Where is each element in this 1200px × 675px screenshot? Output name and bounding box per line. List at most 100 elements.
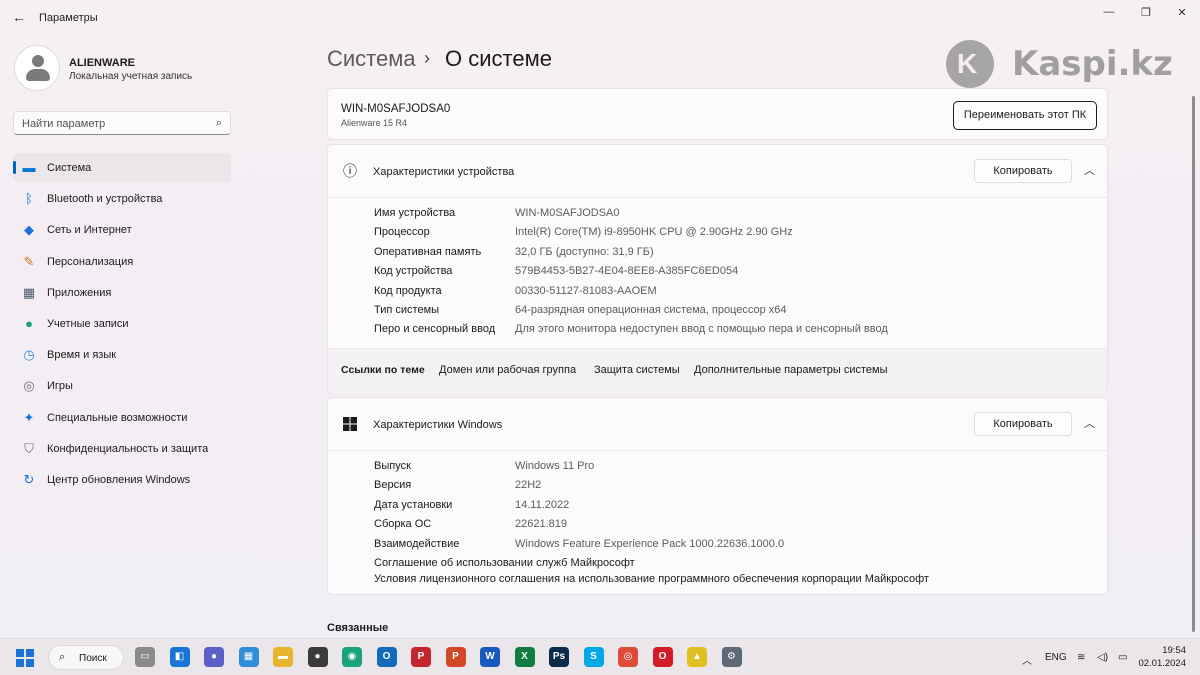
file-manager-icon[interactable]: ▭ xyxy=(135,647,155,667)
clock-date: 02.01.2024 xyxy=(1138,658,1186,669)
shield-icon: ⛉ xyxy=(24,440,34,456)
mouse-icon[interactable]: ● xyxy=(307,647,328,667)
spec-value[interactable]: 22621.819 xyxy=(515,518,567,530)
photoshop-icon[interactable]: Ps xyxy=(549,647,569,667)
update-icon: ↻ xyxy=(23,471,35,487)
chrome-icon[interactable]: ◎ xyxy=(618,647,638,667)
sidebar-item[interactable]: ✦ Специальные возможности xyxy=(13,403,231,432)
outlook-icon[interactable]: O xyxy=(376,647,397,667)
windows-specs-header[interactable]: Характеристики Windows Копировать ︿ xyxy=(328,398,1107,450)
rename-pc-button[interactable]: Переименовать этот ПК xyxy=(953,101,1097,130)
related-links-bar: Ссылки по теме Домен или рабочая группа … xyxy=(328,348,1107,393)
start-button[interactable] xyxy=(16,649,34,667)
store-icon[interactable]: ▦ xyxy=(238,647,259,667)
edge-icon[interactable]: ◉ xyxy=(342,647,362,667)
language-indicator[interactable]: ENG xyxy=(1045,652,1067,663)
pdf-icon[interactable]: P xyxy=(411,647,431,667)
related-section-title: Связанные xyxy=(327,622,389,634)
skype-icon[interactable]: S xyxy=(583,647,604,667)
display-icon: ▬ xyxy=(22,160,36,175)
sidebar-item[interactable]: ◎ Игры xyxy=(13,371,231,400)
taskbar-search[interactable]: ⌕ Поиск xyxy=(48,645,124,670)
sidebar-item-label: Bluetooth и устройства xyxy=(47,193,163,206)
spec-value[interactable]: 00330-51127-81083-AAOEM xyxy=(515,285,657,297)
archive-icon[interactable]: ▲ xyxy=(687,647,707,667)
spec-value[interactable]: Windows 11 Pro xyxy=(515,460,594,472)
wifi-icon[interactable]: ≋ xyxy=(1077,652,1085,663)
globe-clock-icon: ◷ xyxy=(23,347,35,363)
sidebar-item[interactable]: ▦ Приложения xyxy=(13,278,231,307)
copy-device-specs-button[interactable]: Копировать xyxy=(974,159,1072,183)
device-specs-title: Характеристики устройства xyxy=(373,166,515,178)
spec-key: Тип системы xyxy=(374,304,440,316)
sidebar-item-label: Время и язык xyxy=(47,349,117,362)
related-links-title: Ссылки по теме xyxy=(341,364,425,376)
spec-value[interactable]: Для этого монитора недоступен ввод с пом… xyxy=(515,323,888,335)
profile-name: ALIENWARE xyxy=(69,57,135,69)
powerpoint-icon[interactable]: P xyxy=(445,647,466,667)
chevron-up-icon[interactable]: ︿ xyxy=(1084,162,1095,178)
sidebar-item[interactable]: ◷ Время и язык xyxy=(13,340,231,369)
close-icon[interactable]: ✕ xyxy=(1172,6,1192,22)
maximize-icon[interactable]: ❐ xyxy=(1136,6,1156,22)
settings-icon[interactable]: ⚙ xyxy=(721,647,742,667)
sidebar-nav: ▬ Система ᛒ Bluetooth и устройства ◆ Сеть и И… xyxy=(13,153,231,496)
sidebar-item[interactable]: ⛉ Конфиденциальность и защита xyxy=(13,434,231,463)
user-profile[interactable]: ALIENWARE Локальная учетная запись xyxy=(14,45,234,93)
sidebar-item[interactable]: ▬ Система xyxy=(13,153,231,182)
volume-icon[interactable]: ◁) xyxy=(1097,652,1108,663)
spec-value[interactable]: Windows Feature Experience Pack 1000.226… xyxy=(515,538,784,550)
link-domain-workgroup[interactable]: Домен или рабочая группа xyxy=(439,364,576,376)
sidebar-item[interactable]: ✎ Персонализация xyxy=(13,247,231,276)
battery-icon[interactable]: ▭ xyxy=(1118,652,1127,663)
explorer-icon[interactable]: ▬ xyxy=(273,647,293,667)
chevron-up-icon[interactable]: ︿ xyxy=(1084,415,1095,431)
spec-value[interactable]: 14.11.2022 xyxy=(515,499,569,511)
spec-key: Версия xyxy=(374,479,412,492)
clock[interactable]: 19:54 02.01.2024 xyxy=(1138,644,1186,670)
spec-value[interactable]: 32,0 ГБ (доступно: 31,9 ГБ) xyxy=(515,246,654,258)
back-arrow-icon[interactable]: ← xyxy=(12,9,28,25)
device-specs-header[interactable]: ⓘ Характеристики устройства Копировать ︿ xyxy=(328,145,1107,197)
sidebar-item-label: Система xyxy=(47,162,92,174)
spec-key: Код устройства xyxy=(374,265,453,278)
watermark-logo: K Kaspi.kz xyxy=(946,40,1186,88)
search-input[interactable]: Найти параметр ⌕ xyxy=(13,111,231,135)
spec-key: Код продукта xyxy=(374,284,442,297)
search-placeholder: Найти параметр xyxy=(22,118,106,130)
sidebar-item[interactable]: ↻ Центр обновления Windows xyxy=(13,465,231,494)
spec-value[interactable]: 64-разрядная операционная система, проце… xyxy=(515,304,787,316)
windows-specs-title: Характеристики Windows xyxy=(373,419,503,431)
word-icon[interactable]: W xyxy=(480,647,500,667)
window-title: Параметры xyxy=(39,12,98,24)
sidebar-item-label: Сеть и Интернет xyxy=(47,224,132,237)
scrollbar[interactable] xyxy=(1191,88,1196,636)
copy-windows-specs-button[interactable]: Копировать xyxy=(974,412,1072,436)
spec-value[interactable]: WIN-M0SAFJODSA0 xyxy=(515,207,620,219)
sidebar-item-label: Центр обновления Windows xyxy=(47,473,191,486)
chevron-up-icon[interactable]: ︿ xyxy=(1022,652,1032,667)
link-services-agreement[interactable]: Соглашение об использовании служб Майкро… xyxy=(374,557,635,569)
minimize-icon[interactable]: — xyxy=(1099,6,1119,22)
link-license-terms[interactable]: Условия лицензионного соглашения на испо… xyxy=(374,573,929,585)
wifi-icon: ◆ xyxy=(24,222,34,238)
person-icon: ● xyxy=(25,315,33,331)
link-advanced-settings[interactable]: Дополнительные параметры системы xyxy=(694,364,888,376)
spec-value[interactable]: Intel(R) Core(TM) i9-8950HK CPU @ 2.90GH… xyxy=(515,226,793,238)
bluetooth-icon: ᛒ xyxy=(25,191,33,207)
accessibility-icon: ✦ xyxy=(23,409,35,425)
link-system-protection[interactable]: Защита системы xyxy=(594,364,680,376)
sidebar-item[interactable]: ᛒ Bluetooth и устройства xyxy=(13,184,231,213)
opera-icon[interactable]: O xyxy=(652,647,673,667)
breadcrumb-parent[interactable]: Система xyxy=(327,46,416,72)
widgets-icon[interactable]: ◧ xyxy=(169,647,190,667)
teams-icon[interactable]: ● xyxy=(204,647,224,667)
info-icon: ⓘ xyxy=(343,163,357,179)
clock-time: 19:54 xyxy=(1162,645,1186,656)
sidebar-item[interactable]: ● Учетные записи xyxy=(13,309,231,338)
excel-icon[interactable]: X xyxy=(514,647,535,667)
spec-value[interactable]: 22H2 xyxy=(515,479,541,491)
spec-value[interactable]: 579B4453-5B27-4E04-8EE8-A385FC6ED054 xyxy=(515,265,738,277)
avatar xyxy=(14,45,60,91)
sidebar-item[interactable]: ◆ Сеть и Интернет xyxy=(13,215,231,244)
